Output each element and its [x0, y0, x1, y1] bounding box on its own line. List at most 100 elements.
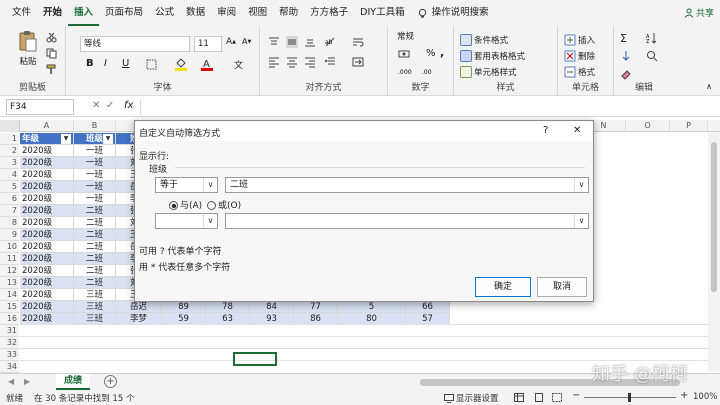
class-cell[interactable]: 二班	[74, 253, 116, 265]
row-header[interactable]: 9	[0, 229, 19, 241]
autosum-icon[interactable]: Σ	[620, 32, 627, 45]
align-center-icon[interactable]	[286, 56, 298, 68]
class-cell[interactable]: 二班	[74, 265, 116, 277]
class-cell[interactable]: 一班	[74, 157, 116, 169]
find-icon[interactable]	[646, 50, 658, 62]
selected-cell-f34[interactable]	[233, 352, 277, 366]
score-cell[interactable]: 77	[294, 301, 338, 313]
italic-button[interactable]: I	[104, 58, 107, 69]
fill-color-button[interactable]	[174, 57, 188, 71]
grade-cell[interactable]: 2020级	[20, 229, 74, 241]
class-cell[interactable]: 一班	[74, 169, 116, 181]
row-header[interactable]: 12	[0, 265, 19, 277]
column-header[interactable]: O	[626, 120, 670, 132]
row-header[interactable]: 2	[0, 145, 19, 157]
column-header[interactable]: A	[20, 120, 74, 132]
scrollbar-thumb[interactable]	[711, 142, 717, 292]
collapse-ribbon-icon[interactable]: ∧	[706, 82, 712, 91]
dialog-titlebar[interactable]: 自定义自动筛选方式 ? ✕	[135, 121, 593, 141]
cut-icon[interactable]	[46, 32, 57, 43]
grade-cell[interactable]: 2020级	[20, 145, 74, 157]
class-cell[interactable]: 三班	[74, 289, 116, 301]
grade-cell[interactable]: 2020级	[20, 169, 74, 181]
row-header[interactable]: 33	[0, 349, 19, 361]
class-cell[interactable]: 二班	[74, 217, 116, 229]
grow-font-button[interactable]: A ▲	[226, 37, 236, 47]
format-cells-button[interactable]: 格式	[564, 64, 595, 80]
orientation-icon[interactable]: ab	[324, 36, 336, 48]
align-right-icon[interactable]	[304, 56, 316, 68]
bold-button[interactable]: B	[86, 58, 94, 69]
row-header[interactable]: 8	[0, 217, 19, 229]
tab-view[interactable]: 视图	[242, 0, 273, 26]
next-sheet-icon[interactable]: ▶	[24, 377, 30, 386]
class-cell[interactable]: 一班	[74, 193, 116, 205]
grade-cell[interactable]: 2020级	[20, 253, 74, 265]
score-cell[interactable]: 66	[406, 301, 450, 313]
tab-formulas[interactable]: 公式	[149, 0, 180, 26]
tab-data[interactable]: 数据	[180, 0, 211, 26]
row-header[interactable]: 4	[0, 169, 19, 181]
header-cell-grade[interactable]: 年级 ▼	[20, 133, 74, 145]
row-header[interactable]: 13	[0, 277, 19, 289]
zoom-slider-thumb[interactable]	[628, 393, 631, 402]
row-header[interactable]: 15	[0, 301, 19, 313]
row-header[interactable]: 10	[0, 241, 19, 253]
tab-review[interactable]: 审阅	[211, 0, 242, 26]
delete-cells-button[interactable]: 删除	[564, 48, 595, 64]
formula-input[interactable]	[140, 99, 714, 115]
tab-insert[interactable]: 插入	[68, 0, 100, 26]
insert-function-button[interactable]: fx	[124, 100, 133, 111]
tab-fangfang[interactable]: 方方格子	[304, 0, 354, 26]
zoom-slider[interactable]	[584, 393, 676, 402]
vertical-scrollbar[interactable]	[708, 132, 720, 372]
name-box[interactable]: F34	[6, 99, 74, 115]
tab-help[interactable]: 帮助	[273, 0, 304, 26]
value-select-2[interactable]: ∨	[225, 213, 589, 229]
table-format-button[interactable]: 套用表格格式	[460, 48, 525, 64]
tab-file[interactable]: 文件	[6, 0, 37, 26]
align-left-icon[interactable]	[268, 56, 280, 68]
phonetic-button[interactable]: 文	[234, 58, 243, 71]
class-cell[interactable]: 一班	[74, 145, 116, 157]
dialog-close-button[interactable]: ✕	[573, 125, 581, 136]
shrink-font-button[interactable]: A ▼	[242, 37, 251, 46]
and-radio[interactable]: 与(A)	[169, 198, 202, 211]
grade-cell[interactable]: 2020级	[20, 289, 74, 301]
tab-diy-toolbox[interactable]: DIY工具箱	[354, 0, 410, 26]
dialog-help-button[interactable]: ?	[543, 125, 548, 136]
grade-cell[interactable]: 2020级	[20, 181, 74, 193]
score-cell[interactable]: 78	[206, 301, 250, 313]
align-bottom-icon[interactable]	[304, 36, 316, 48]
tab-home[interactable]: 开始	[37, 0, 68, 26]
grade-cell[interactable]: 2020级	[20, 265, 74, 277]
filter-active-icon[interactable]: ▼	[103, 134, 113, 144]
share-button[interactable]: 共享	[684, 6, 714, 19]
currency-icon[interactable]	[398, 48, 410, 60]
font-name-select[interactable]: 等线	[80, 36, 190, 52]
sort-filter-icon[interactable]: AZ	[646, 32, 658, 44]
row-header[interactable]: 1	[0, 133, 19, 145]
indent-icon[interactable]	[324, 56, 336, 68]
underline-button[interactable]: U	[122, 58, 129, 69]
class-cell[interactable]: 二班	[74, 277, 116, 289]
decrease-decimal-icon[interactable]: .00	[422, 66, 436, 76]
font-color-button[interactable]: A	[200, 57, 214, 71]
column-header[interactable]: P	[670, 120, 708, 132]
insert-cells-button[interactable]: 插入	[564, 32, 595, 48]
grade-cell[interactable]: 2020级	[20, 277, 74, 289]
grade-cell[interactable]: 2020级	[20, 217, 74, 229]
grade-cell[interactable]: 2020级	[20, 205, 74, 217]
cancel-button[interactable]: 取消	[537, 277, 587, 297]
normal-view-icon[interactable]	[514, 393, 524, 402]
name-cell[interactable]: 岳迟	[116, 301, 162, 313]
help-search[interactable]: 操作说明搜索	[411, 0, 495, 26]
page-layout-view-icon[interactable]	[534, 393, 544, 402]
row-header[interactable]: 7	[0, 205, 19, 217]
score-cell[interactable]: 5	[338, 301, 406, 313]
class-cell[interactable]: 二班	[74, 229, 116, 241]
increase-decimal-icon[interactable]: .0 00	[398, 66, 412, 76]
row-header[interactable]: 14	[0, 289, 19, 301]
merge-center-icon[interactable]	[352, 56, 364, 68]
cell-style-button[interactable]: 单元格样式	[460, 64, 517, 80]
